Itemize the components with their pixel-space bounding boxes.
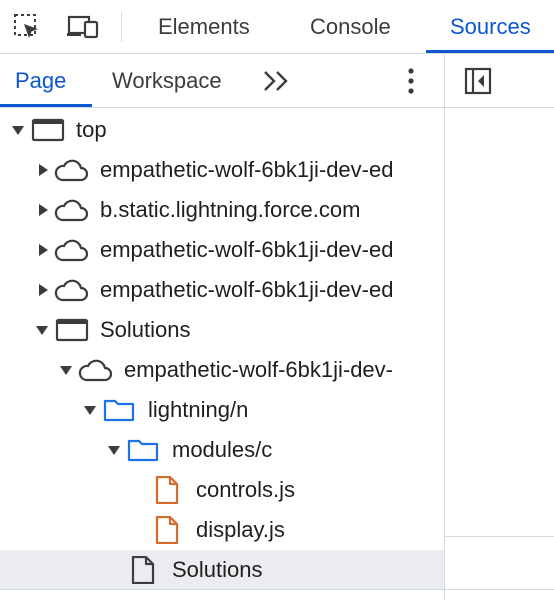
tree-item-file[interactable]: controls.js xyxy=(0,470,445,510)
cloud-icon xyxy=(54,199,89,222)
collapsed-triangle-icon[interactable] xyxy=(36,163,50,177)
expanded-triangle-icon[interactable] xyxy=(83,403,97,417)
collapsed-triangle-icon[interactable] xyxy=(36,243,50,257)
tab-page[interactable]: Page xyxy=(15,54,66,108)
document-icon xyxy=(131,556,155,584)
cloud-icon xyxy=(78,359,113,382)
tree-item-label: empathetic-wolf-6bk1ji-dev- xyxy=(124,357,393,382)
editor-panel xyxy=(445,54,554,600)
tree-item-label: top xyxy=(76,117,107,142)
active-tab-indicator xyxy=(426,50,554,53)
device-toolbar-icon[interactable] xyxy=(66,10,100,44)
tree-item-label: lightning/n xyxy=(148,397,249,422)
tree-item-folder[interactable]: lightning/n xyxy=(0,390,445,430)
expanded-triangle-icon[interactable] xyxy=(11,123,25,137)
tree-item-top[interactable]: top xyxy=(0,110,445,150)
folder-icon xyxy=(103,399,135,422)
tab-workspace[interactable]: Workspace xyxy=(112,54,222,108)
tree-item-domain[interactable]: empathetic-wolf-6bk1ji-dev- xyxy=(0,350,445,390)
tree-item-label: empathetic-wolf-6bk1ji-dev-ed xyxy=(100,277,394,302)
expanded-triangle-icon[interactable] xyxy=(107,443,121,457)
tree-item-label: controls.js xyxy=(196,477,296,502)
navigator-panel: Page Workspace top empathetic-wolf-6bk1j… xyxy=(0,54,445,600)
tree-item-label: Solutions xyxy=(172,557,263,582)
tree-item-domain[interactable]: empathetic-wolf-6bk1ji-dev-ed xyxy=(0,150,445,190)
script-file-icon xyxy=(155,516,179,544)
tab-console[interactable]: Console xyxy=(310,0,391,54)
active-tab-indicator xyxy=(0,104,92,107)
tab-sources[interactable]: Sources xyxy=(450,0,531,54)
cloud-icon xyxy=(54,159,89,182)
tree-item-label: b.static.lightning.force.com xyxy=(100,197,361,222)
chevron-double-right-icon[interactable] xyxy=(262,68,292,94)
tree-item-label: modules/c xyxy=(172,437,273,462)
tab-elements[interactable]: Elements xyxy=(158,0,250,54)
toolbar-separator xyxy=(121,12,122,42)
tree-item-label: empathetic-wolf-6bk1ji-dev-ed xyxy=(100,237,394,262)
more-vertical-icon[interactable] xyxy=(398,66,424,96)
navigator-tabs: Page Workspace xyxy=(0,54,445,108)
tree-item-domain[interactable]: b.static.lightning.force.com xyxy=(0,190,445,230)
editor-toolbar xyxy=(445,54,554,108)
frame-icon xyxy=(31,118,65,142)
cloud-icon xyxy=(54,279,89,302)
expanded-triangle-icon[interactable] xyxy=(59,363,73,377)
file-tree: top empathetic-wolf-6bk1ji-dev-ed b.stat… xyxy=(0,108,445,600)
tree-item-frame[interactable]: Solutions xyxy=(0,310,445,350)
frame-icon xyxy=(55,318,89,342)
tree-item-file[interactable]: display.js xyxy=(0,510,445,550)
inspect-element-icon[interactable] xyxy=(10,10,44,44)
tree-item-label: display.js xyxy=(196,517,285,542)
tree-item-label: empathetic-wolf-6bk1ji-dev-ed xyxy=(100,157,394,182)
collapsed-triangle-icon[interactable] xyxy=(36,203,50,217)
script-file-icon xyxy=(155,476,179,504)
editor-divider xyxy=(445,536,554,537)
tree-item-document[interactable]: Solutions xyxy=(0,550,445,590)
expanded-triangle-icon[interactable] xyxy=(35,323,49,337)
devtools-main-toolbar: Elements Console Sources xyxy=(0,0,554,54)
cloud-icon xyxy=(54,239,89,262)
collapsed-triangle-icon[interactable] xyxy=(36,283,50,297)
tree-item-domain[interactable]: empathetic-wolf-6bk1ji-dev-ed xyxy=(0,230,445,270)
folder-icon xyxy=(127,439,159,462)
tree-item-domain[interactable]: empathetic-wolf-6bk1ji-dev-ed xyxy=(0,270,445,310)
tree-item-label: Solutions xyxy=(100,317,191,342)
bottom-border xyxy=(0,589,554,590)
tree-item-folder[interactable]: modules/c xyxy=(0,430,445,470)
show-navigator-icon[interactable] xyxy=(463,66,493,96)
